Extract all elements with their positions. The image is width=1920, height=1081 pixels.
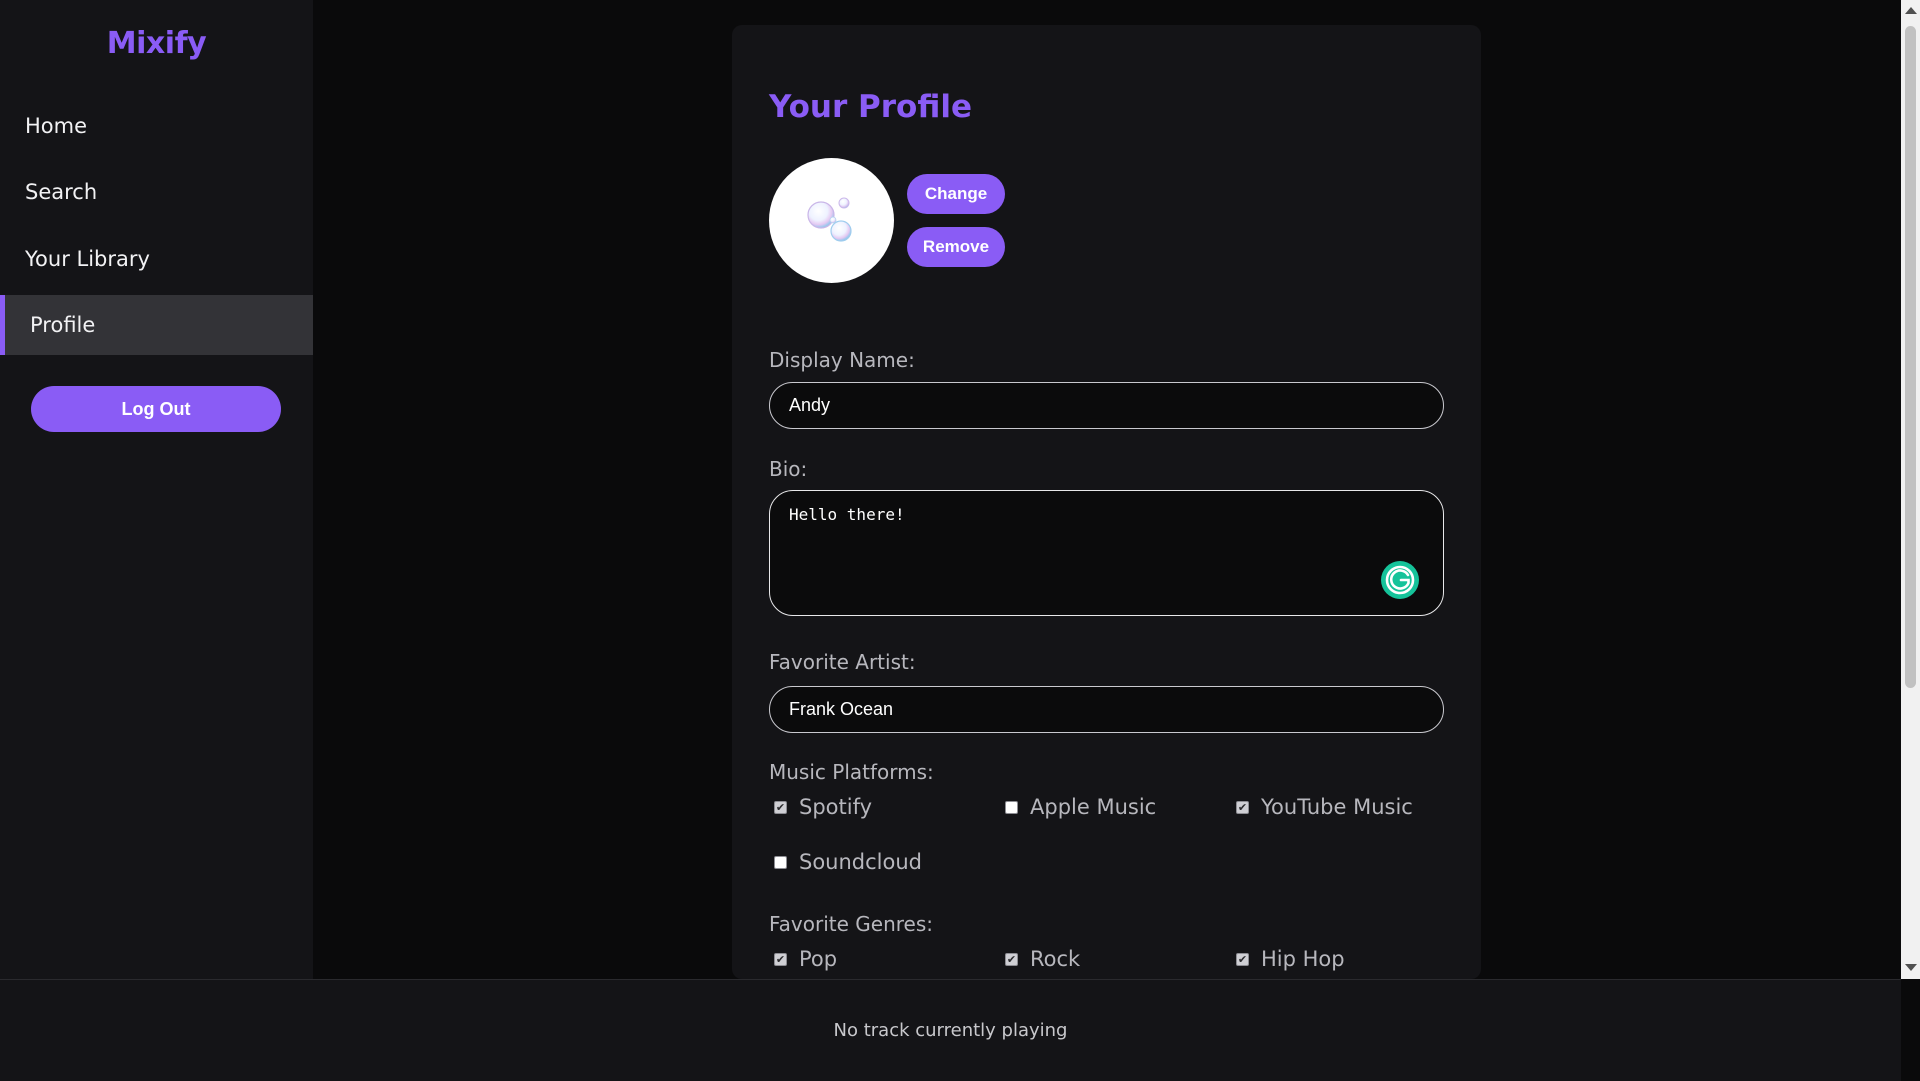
sidebar-item-your-library[interactable]: Your Library: [0, 229, 313, 289]
platform-spotify[interactable]: ✔ Spotify: [774, 795, 872, 819]
checkbox-rock[interactable]: ✔: [1005, 952, 1018, 966]
platform-soundcloud[interactable]: Soundcloud: [774, 850, 922, 874]
app-logo[interactable]: Mixify: [0, 26, 313, 61]
avatar: [769, 158, 894, 283]
checkbox-label: Hip Hop: [1261, 947, 1345, 971]
bubbles-icon: [807, 197, 852, 242]
bio-field[interactable]: Hello there!: [769, 490, 1444, 616]
display-name-field[interactable]: [769, 382, 1444, 429]
sidebar-item-label: Profile: [30, 313, 96, 337]
change-avatar-button[interactable]: Change: [907, 174, 1005, 214]
favorite-artist-label: Favorite Artist:: [769, 650, 916, 674]
favorite-artist-field[interactable]: [769, 686, 1444, 733]
checkbox-apple-music[interactable]: [1005, 800, 1018, 814]
platform-apple-music[interactable]: Apple Music: [1005, 795, 1156, 819]
player-status: No track currently playing: [833, 1020, 1068, 1041]
checkbox-label: Spotify: [799, 795, 873, 819]
checkbox-spotify[interactable]: ✔: [774, 800, 787, 814]
genre-hip-hop[interactable]: ✔ Hip Hop: [1236, 947, 1345, 971]
favorite-genres-label: Favorite Genres:: [769, 912, 934, 936]
checkbox-hip-hop[interactable]: ✔: [1236, 952, 1249, 966]
sidebar: Mixify Home Search Your Library Profile …: [0, 0, 313, 979]
scroll-down-arrow-icon[interactable]: [1905, 964, 1917, 971]
checkbox-label: Apple Music: [1030, 795, 1157, 819]
genre-pop[interactable]: ✔ Pop: [774, 947, 837, 971]
scroll-thumb[interactable]: [1905, 26, 1916, 688]
player-bar: No track currently playing: [0, 979, 1901, 1081]
checkbox-youtube-music[interactable]: ✔: [1236, 800, 1249, 814]
log-out-button[interactable]: Log Out: [31, 386, 281, 432]
profile-card: Your Profile Change Remove Display Name:…: [732, 25, 1481, 979]
sidebar-item-search[interactable]: Search: [0, 162, 313, 222]
checkbox-label: Rock: [1030, 947, 1081, 971]
bio-label: Bio:: [769, 457, 808, 481]
checkbox-pop[interactable]: ✔: [774, 952, 787, 966]
remove-avatar-button[interactable]: Remove: [907, 227, 1005, 267]
sidebar-item-label: Home: [25, 114, 88, 138]
display-name-label: Display Name:: [769, 348, 915, 372]
checkbox-label: Soundcloud: [799, 850, 922, 874]
checkbox-label: Pop: [799, 947, 838, 971]
checkbox-soundcloud[interactable]: [774, 855, 787, 869]
platform-youtube-music[interactable]: ✔ YouTube Music: [1236, 795, 1413, 819]
sidebar-item-label: Search: [25, 180, 98, 204]
scroll-up-arrow-icon[interactable]: [1905, 7, 1917, 14]
music-platforms-label: Music Platforms:: [769, 760, 934, 784]
sidebar-item-home[interactable]: Home: [0, 96, 313, 156]
sidebar-item-profile[interactable]: Profile: [0, 295, 313, 355]
scrollbar[interactable]: [1901, 0, 1920, 979]
checkbox-label: YouTube Music: [1261, 795, 1413, 819]
sidebar-item-label: Your Library: [25, 247, 150, 271]
grammarly-icon[interactable]: [1381, 561, 1419, 599]
genre-rock[interactable]: ✔ Rock: [1005, 947, 1080, 971]
page-title: Your Profile: [769, 89, 972, 125]
